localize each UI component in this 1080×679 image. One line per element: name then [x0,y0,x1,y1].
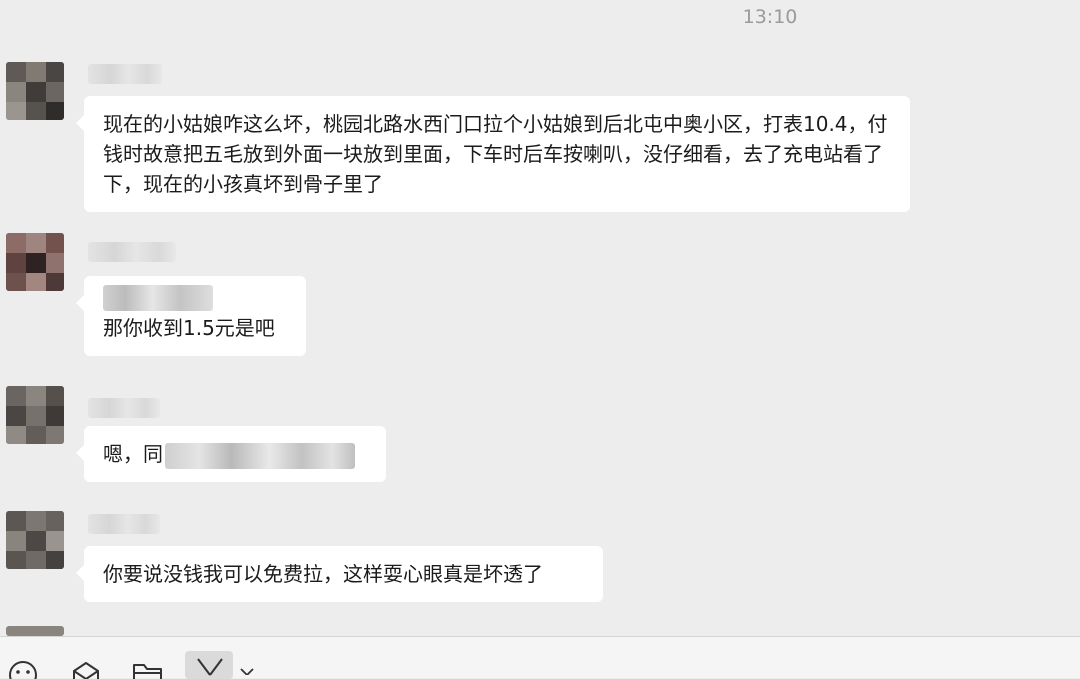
avatar[interactable] [6,386,64,444]
quoted-reference-redacted [103,285,213,311]
dropdown-chevron-icon[interactable] [236,655,256,679]
message-bubble[interactable]: 那你收到1.5元是吧 [76,276,306,356]
message-text: 那你收到1.5元是吧 [103,316,275,340]
input-toolbar [0,637,1080,679]
message-timestamp: 13:10 [742,6,798,28]
folder-icon[interactable] [128,655,164,679]
sender-name-redacted [88,64,162,84]
avatar[interactable] [6,62,64,120]
avatar[interactable] [6,626,64,636]
scissors-icon[interactable] [185,651,233,679]
favorites-icon[interactable] [67,655,103,679]
avatar[interactable] [6,511,64,569]
message-bubble[interactable]: 你要说没钱我可以免费拉，这样耍心眼真是坏透了 [76,546,603,602]
emoji-icon[interactable] [4,655,40,679]
sender-name-redacted [88,514,160,534]
message-bubble[interactable]: 现在的小姑娘咋这么坏，桃园北路水西门口拉个小姑娘到后北屯中奥小区，打表10.4，… [76,96,910,212]
message-text: 嗯，同 [103,442,163,466]
message-text: 你要说没钱我可以免费拉，这样耍心眼真是坏透了 [103,562,543,586]
message-bubble[interactable]: 嗯，同 [76,426,386,482]
sender-name-redacted [88,398,160,418]
sender-name-redacted [88,242,176,262]
message-text: 现在的小姑娘咋这么坏，桃园北路水西门口拉个小姑娘到后北屯中奥小区，打表10.4，… [103,112,888,196]
avatar[interactable] [6,233,64,291]
redacted-text [165,442,355,469]
